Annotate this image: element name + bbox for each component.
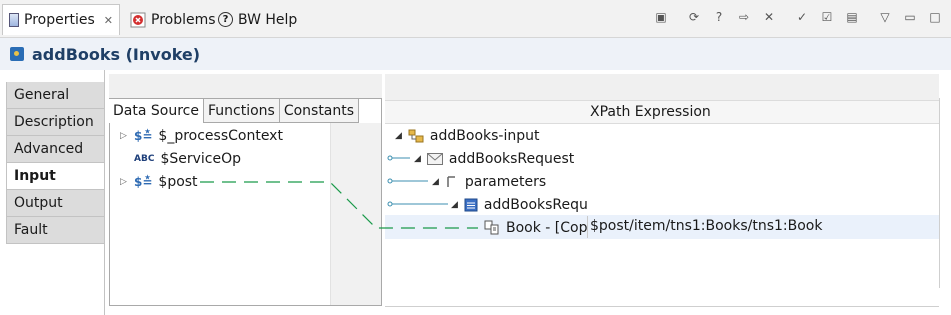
mapping-lines bbox=[200, 155, 478, 229]
